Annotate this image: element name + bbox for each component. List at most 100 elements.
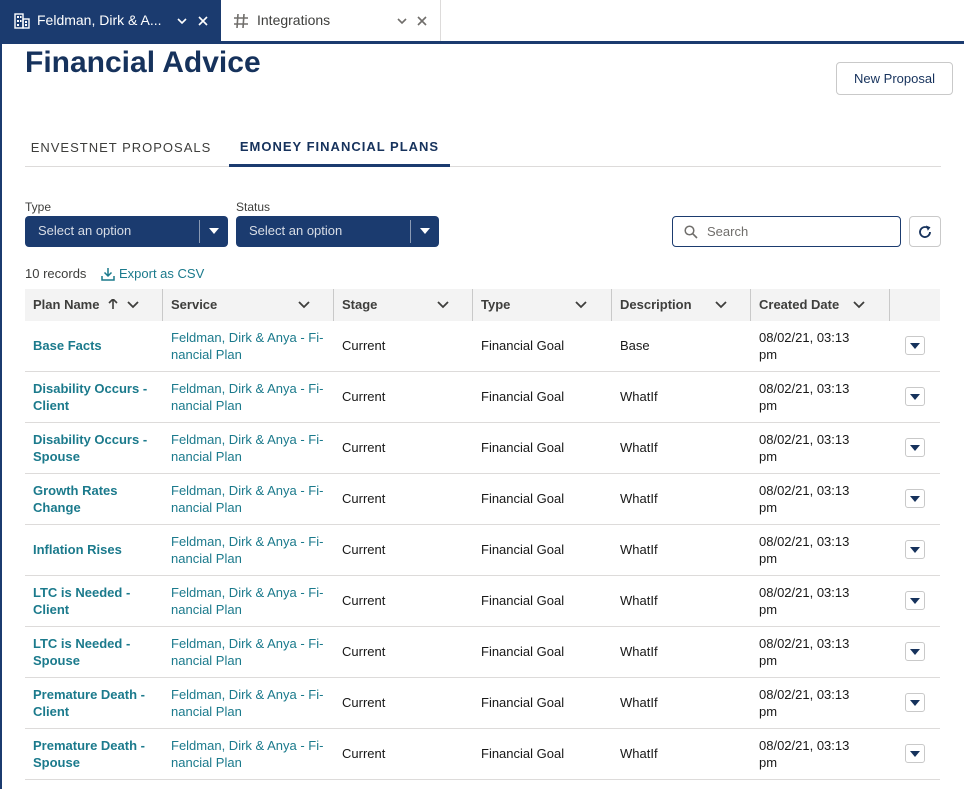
service-line: Feldman, Dirk & Anya - Fi- [171, 687, 324, 702]
search-icon [684, 225, 698, 239]
export-csv-link[interactable]: Export as CSV [101, 266, 204, 281]
row-actions-button[interactable] [905, 387, 925, 406]
service-link[interactable]: Feldman, Dirk & Anya - Fi-nancial Plan [171, 737, 331, 771]
created-date-line: pm [759, 551, 778, 566]
created-date-cell: 08/02/21, 03:13 pm [759, 584, 879, 618]
row-actions-button[interactable] [905, 489, 925, 508]
tab-feldman-dirk[interactable]: Feldman, Dirk & A... [0, 0, 221, 41]
table-header: Plan Name Service Stage Type Description… [25, 289, 940, 321]
refresh-button[interactable] [909, 216, 941, 247]
type-cell: Financial Goal [481, 644, 565, 659]
service-link[interactable]: Feldman, Dirk & Anya - Fi-nancial Plan [171, 584, 331, 618]
plan-name-link[interactable]: LTC is Needed - Spouse [33, 635, 158, 669]
tab-envestnet-proposals[interactable]: ENVESTNET PROPOSALS [25, 128, 217, 167]
chevron-down-icon[interactable] [176, 15, 188, 27]
service-link[interactable]: Feldman, Dirk & Anya - Fi-nancial Plan [171, 380, 331, 414]
row-actions-button[interactable] [905, 540, 925, 559]
plan-name-line: Disability Occurs - [33, 432, 148, 447]
service-link[interactable]: Feldman, Dirk & Anya - Fi-nancial Plan [171, 635, 331, 669]
created-date-cell: 08/02/21, 03:13 pm [759, 533, 879, 567]
chevron-down-icon[interactable] [127, 300, 139, 310]
column-divider[interactable] [889, 289, 890, 321]
column-header-type[interactable]: Type [473, 289, 612, 321]
row-actions-button[interactable] [905, 642, 925, 661]
service-line: nancial Plan [171, 551, 242, 566]
hash-icon [234, 13, 248, 29]
close-icon[interactable] [416, 15, 428, 27]
plan-name-line: Disability Occurs - [33, 381, 148, 396]
plan-name-line: Growth Rates [33, 483, 118, 498]
created-date-line: pm [759, 704, 778, 719]
plan-name-line: Spouse [33, 449, 80, 464]
service-line: nancial Plan [171, 398, 242, 413]
search-input[interactable] [705, 221, 895, 242]
plan-name-link[interactable]: Inflation Rises [33, 541, 158, 558]
service-line: Feldman, Dirk & Anya - Fi- [171, 534, 324, 549]
plan-name-link[interactable]: Base Facts [33, 337, 158, 354]
stage-cell: Current [342, 389, 386, 404]
description-cell: WhatIf [620, 644, 658, 659]
plan-name-link[interactable]: Disability Occurs - Client [33, 380, 158, 414]
row-actions-button[interactable] [905, 438, 925, 457]
column-header-service[interactable]: Service [163, 289, 334, 321]
created-date-line: pm [759, 449, 778, 464]
description-cell: WhatIf [620, 746, 658, 761]
created-date-line: 08/02/21, 03:13 [759, 381, 850, 396]
service-link[interactable]: Feldman, Dirk & Anya - Fi-nancial Plan [171, 533, 331, 567]
status-filter-label: Status [236, 200, 271, 214]
service-line: Feldman, Dirk & Anya - Fi- [171, 432, 324, 447]
tab-integrations[interactable]: Integrations [221, 0, 441, 41]
column-header-plan-name[interactable]: Plan Name [25, 289, 163, 321]
column-header-stage[interactable]: Stage [334, 289, 473, 321]
created-date-line: 08/02/21, 03:13 [759, 432, 850, 447]
type-filter-label: Type [25, 200, 52, 214]
new-proposal-button[interactable]: New Proposal [836, 62, 953, 95]
plan-name-line: Spouse [33, 755, 80, 770]
chevron-down-icon[interactable] [715, 300, 727, 310]
service-link[interactable]: Feldman, Dirk & Anya - Fi-nancial Plan [171, 431, 331, 465]
chevron-down-icon[interactable] [396, 15, 408, 27]
description-cell: WhatIf [620, 542, 658, 557]
row-actions-button[interactable] [905, 591, 925, 610]
plan-name-link[interactable]: LTC is Needed - Client [33, 584, 158, 618]
chevron-down-icon[interactable] [437, 300, 449, 310]
column-label: Service [171, 297, 218, 312]
plan-name-link[interactable]: Premature Death - Client [33, 686, 158, 720]
plan-name-link[interactable]: Premature Death - Spouse [33, 737, 158, 771]
chevron-down-icon[interactable] [575, 300, 587, 310]
service-line: nancial Plan [171, 755, 242, 770]
table-row: LTC is Needed - Spouse Feldman, Dirk & Any… [25, 627, 940, 678]
close-icon[interactable] [197, 15, 209, 27]
row-actions-button[interactable] [905, 693, 925, 712]
service-line: nancial Plan [171, 500, 242, 515]
type-cell: Financial Goal [481, 440, 565, 455]
plan-name-link[interactable]: Disability Occurs - Spouse [33, 431, 158, 465]
chevron-down-icon[interactable] [298, 300, 310, 310]
chevron-down-icon[interactable] [853, 300, 865, 310]
service-link[interactable]: Feldman, Dirk & Anya - Fi-nancial Plan [171, 329, 331, 363]
content-tabs: ENVESTNET PROPOSALS EMONEY FINANCIAL PLA… [25, 128, 941, 167]
caret-down-icon [910, 393, 920, 400]
workspace-tab-bar: Feldman, Dirk & A... Integrations [0, 0, 964, 44]
created-date-line: 08/02/21, 03:13 [759, 330, 850, 345]
plan-name-line: Premature Death - [33, 738, 145, 753]
row-actions-button[interactable] [905, 744, 925, 763]
plan-name-link[interactable]: Growth Rates Change [33, 482, 158, 516]
service-line: Feldman, Dirk & Anya - Fi- [171, 738, 324, 753]
type-cell: Financial Goal [481, 389, 565, 404]
tab-emoney-financial-plans[interactable]: EMONEY FINANCIAL PLANS [229, 128, 450, 167]
column-header-created-date[interactable]: Created Date [751, 289, 890, 321]
description-cell: Base [620, 338, 650, 353]
column-header-description[interactable]: Description [612, 289, 751, 321]
caret-down-icon [910, 546, 920, 553]
type-cell: Financial Goal [481, 542, 565, 557]
service-line: Feldman, Dirk & Anya - Fi- [171, 483, 324, 498]
row-actions-button[interactable] [905, 336, 925, 355]
plan-name-line: Client [33, 602, 70, 617]
status-select[interactable]: Select an option [236, 216, 439, 247]
export-csv-label: Export as CSV [119, 266, 205, 281]
type-select[interactable]: Select an option [25, 216, 228, 247]
service-link[interactable]: Feldman, Dirk & Anya - Fi-nancial Plan [171, 686, 331, 720]
created-date-cell: 08/02/21, 03:13 pm [759, 686, 879, 720]
service-link[interactable]: Feldman, Dirk & Anya - Fi-nancial Plan [171, 482, 331, 516]
